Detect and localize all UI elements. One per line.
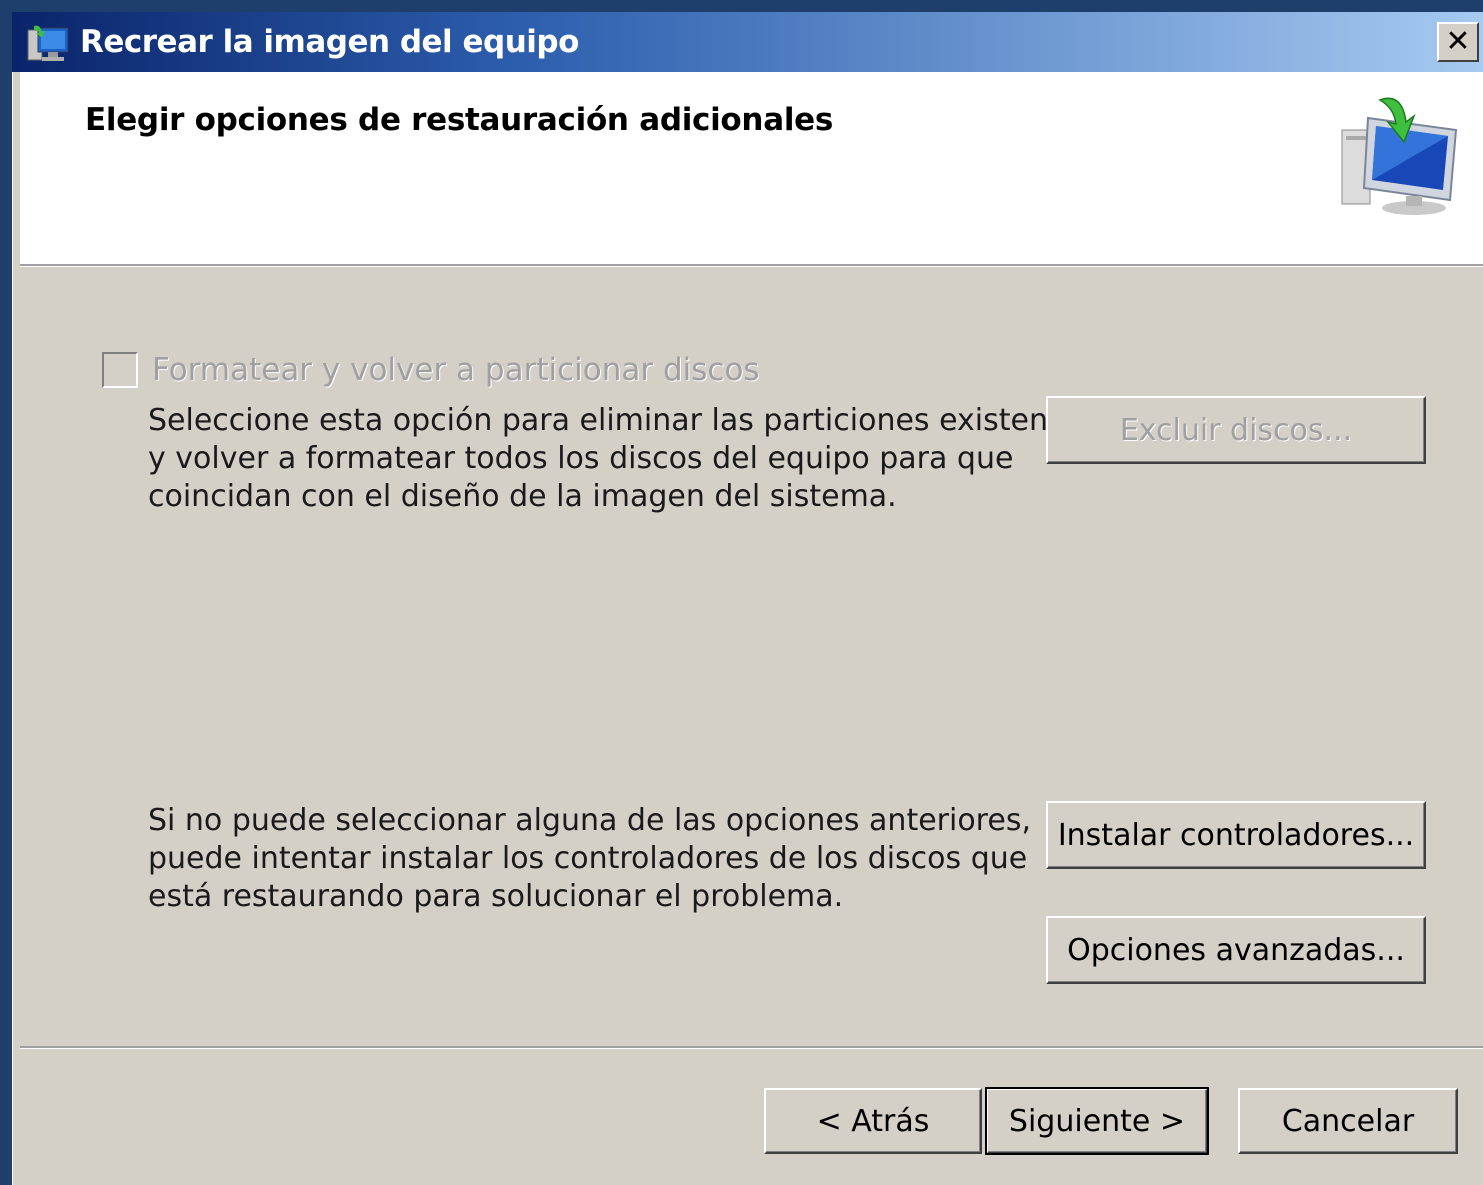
format-description-line: y volver a formatear todos los discos de… [148, 441, 1014, 476]
format-description: Seleccione esta opción para eliminar las… [148, 402, 1094, 516]
system-restore-app-icon [27, 25, 69, 61]
restore-wizard-window: Recrear la imagen del equipo ✕ Elegir op… [12, 12, 1483, 1185]
wizard-header [20, 72, 1483, 264]
window-title: Recrear la imagen del equipo [80, 24, 579, 60]
title-bar[interactable]: Recrear la imagen del equipo ✕ [12, 12, 1483, 72]
drivers-description: Si no puede seleccionar alguna de las op… [148, 802, 1031, 916]
drivers-description-line: Si no puede seleccionar alguna de las op… [148, 803, 1031, 838]
cancel-button[interactable]: Cancelar [1238, 1088, 1458, 1154]
format-description-line: coincidan con el diseño de la imagen del… [148, 479, 897, 514]
close-button[interactable]: ✕ [1437, 22, 1479, 62]
footer-divider [20, 1046, 1483, 1048]
exclude-disks-button[interactable]: Excluir discos... [1046, 396, 1426, 464]
format-repartition-checkbox[interactable] [102, 352, 138, 388]
header-divider [20, 264, 1483, 266]
computer-restore-icon [1341, 97, 1458, 215]
page-title: Elegir opciones de restauración adiciona… [85, 102, 834, 138]
advanced-options-button[interactable]: Opciones avanzadas... [1046, 916, 1426, 984]
drivers-description-line: está restaurando para solucionar el prob… [148, 879, 844, 914]
close-icon: ✕ [1445, 24, 1471, 59]
format-description-line: Seleccione esta opción para eliminar las… [148, 403, 1094, 438]
drivers-description-line: puede intentar instalar los controladore… [148, 841, 1028, 876]
back-button[interactable]: < Atrás [764, 1088, 982, 1154]
format-repartition-label: Formatear y volver a particionar discos [152, 352, 760, 388]
install-drivers-button[interactable]: Instalar controladores... [1046, 801, 1426, 869]
next-button[interactable]: Siguiente > [985, 1087, 1209, 1155]
